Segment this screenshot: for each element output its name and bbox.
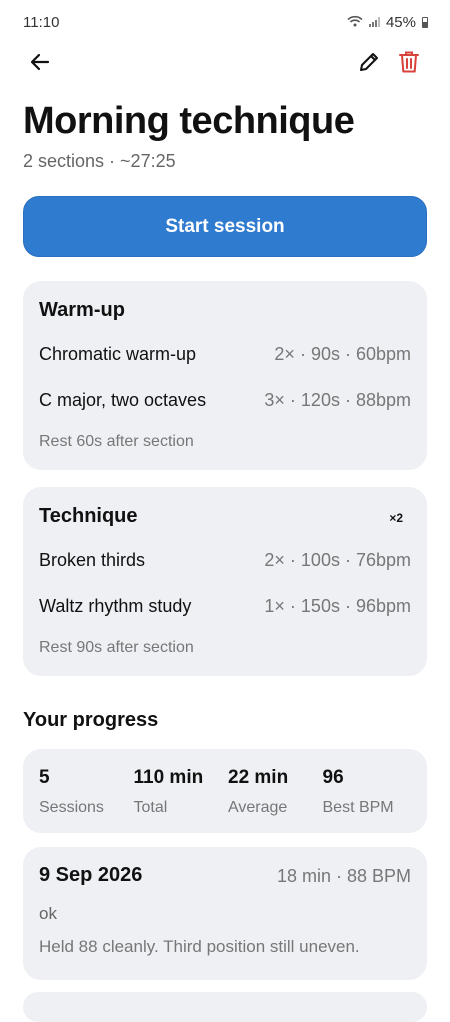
exercise-name: Broken thirds xyxy=(39,550,146,570)
progress-heading: Your progress xyxy=(23,709,159,731)
page-title: Morning technique xyxy=(23,100,355,142)
status-bar: 11:10 45% xyxy=(0,0,450,44)
battery-percentage: 45% xyxy=(385,13,416,31)
stat-label: Average xyxy=(228,799,288,816)
battery-icon xyxy=(422,16,428,28)
back-button[interactable] xyxy=(22,46,58,82)
stats-card: 5 Sessions 110 min Total 22 min Average … xyxy=(23,749,427,833)
exercise-name: Waltz rhythm study xyxy=(39,596,192,616)
stat-total: 110 min Total xyxy=(134,767,229,817)
entry-meta: 18 min · 88 BPM xyxy=(276,866,411,886)
stat-value: 96 xyxy=(322,767,344,788)
stat-value: 22 min xyxy=(228,767,289,788)
stat-label: Total xyxy=(133,799,168,816)
start-session-button[interactable]: Start session xyxy=(23,196,427,257)
stat-value: 5 xyxy=(39,767,50,788)
exercise-row[interactable]: C major, two octaves 3× · 120s · 88bpm xyxy=(39,390,411,411)
entry-date: 9 Sep 2026 xyxy=(39,864,143,886)
session-entry[interactable] xyxy=(23,992,427,1022)
exercise-meta: 1× · 150s · 96bpm xyxy=(264,596,411,616)
exercise-meta: 2× · 90s · 60bpm xyxy=(274,344,411,364)
stat-average: 22 min Average xyxy=(228,767,323,817)
stat-label: Best BPM xyxy=(322,799,394,816)
section-rest: Rest 90s after section xyxy=(39,639,194,656)
exercise-meta: 2× · 100s · 76bpm xyxy=(264,550,411,570)
stat-value: 110 min xyxy=(133,767,204,788)
pencil-icon xyxy=(357,50,381,79)
wifi-icon xyxy=(347,14,363,31)
exercise-row[interactable]: Chromatic warm-up 2× · 90s · 60bpm xyxy=(39,344,411,365)
page-subtitle: 2 sections · ~27:25 xyxy=(23,151,176,171)
section-title: Technique xyxy=(39,505,138,527)
section-card[interactable]: Technique ×2 Broken thirds 2× · 100s · 7… xyxy=(23,487,427,676)
trash-icon xyxy=(398,50,420,79)
exercise-name: Chromatic warm-up xyxy=(39,344,197,364)
entry-rating: ok xyxy=(39,904,57,923)
delete-button[interactable] xyxy=(391,46,427,82)
exercise-row[interactable]: Waltz rhythm study 1× · 150s · 96bpm xyxy=(39,596,411,617)
signal-icon xyxy=(368,17,380,27)
status-time: 11:10 xyxy=(23,13,60,31)
exercise-name: C major, two octaves xyxy=(39,390,207,410)
section-card[interactable]: Warm-up Chromatic warm-up 2× · 90s · 60b… xyxy=(23,281,427,470)
exercise-meta: 3× · 120s · 88bpm xyxy=(264,390,411,410)
arrow-left-icon xyxy=(29,51,51,78)
exercise-row[interactable]: Broken thirds 2× · 100s · 76bpm xyxy=(39,550,411,571)
session-entry[interactable]: 9 Sep 2026 18 min · 88 BPM ok Held 88 cl… xyxy=(23,847,427,980)
section-title: Warm-up xyxy=(39,299,125,321)
app-bar xyxy=(0,44,450,84)
entry-note: Held 88 cleanly. Third position still un… xyxy=(39,937,360,956)
stat-label: Sessions xyxy=(39,799,104,816)
repeat-badge: ×2 xyxy=(389,511,403,525)
stat-best-bpm: 96 Best BPM xyxy=(323,767,418,817)
section-rest: Rest 60s after section xyxy=(39,433,194,450)
edit-button[interactable] xyxy=(351,46,387,82)
stat-sessions: 5 Sessions xyxy=(39,767,134,817)
